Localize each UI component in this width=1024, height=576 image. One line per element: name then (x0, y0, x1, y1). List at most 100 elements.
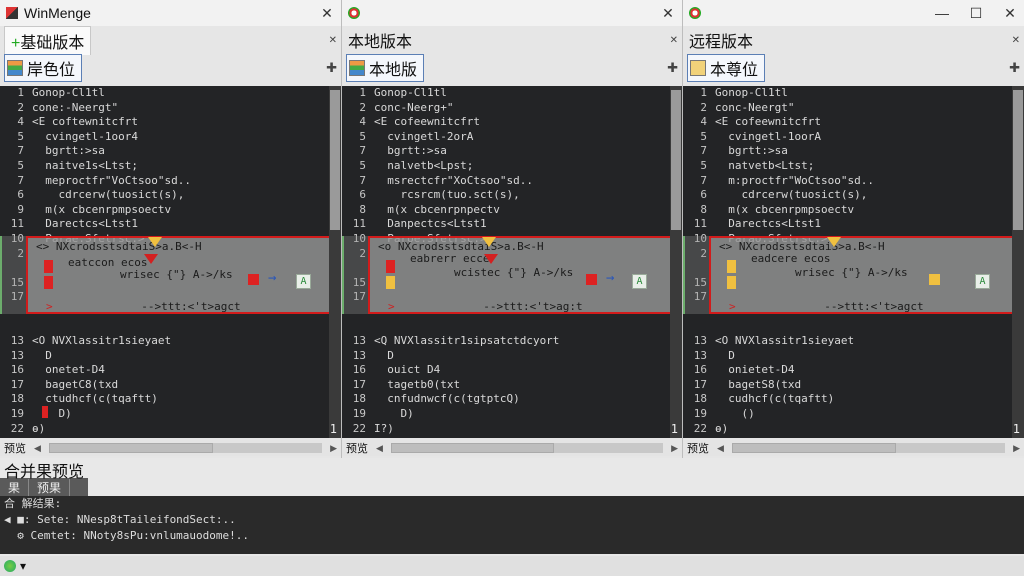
vertical-scrollbar[interactable] (1012, 86, 1024, 438)
vertical-scrollbar[interactable] (670, 86, 682, 438)
code-line[interactable] (32, 320, 327, 335)
code-line[interactable]: ctudhcf(c(tqaftt) (32, 392, 327, 407)
accept-icon[interactable]: A (632, 274, 647, 289)
code-line[interactable]: <O NVXlassitr1sieyaet (715, 334, 1010, 349)
maximize-icon[interactable]: ☐ (968, 5, 984, 22)
code-line[interactable]: ouict D4 (374, 363, 668, 378)
scroll-thumb[interactable] (48, 443, 213, 453)
code-editor-remote[interactable]: 124575768111021517131316171819222425 Gon… (683, 86, 1024, 438)
code-line[interactable]: cvingetl-1oor4 (32, 130, 327, 145)
tab-result[interactable]: 果 (0, 478, 30, 496)
scroll-left-icon[interactable]: ◀ (30, 443, 45, 454)
version-label-base[interactable]: 岸色位 (4, 54, 83, 82)
code-line[interactable]: m:proctfr"WoCtsoo"sd.. (715, 174, 1010, 189)
code-line[interactable]: <Q NVXlassitr1sipsatctdcyort (374, 334, 668, 349)
code-line[interactable]: <E coftewnitcfrt (32, 115, 327, 130)
code-line[interactable]: D (32, 349, 327, 364)
scroll-left-icon[interactable]: ◀ (713, 443, 728, 454)
pin-icon[interactable]: ✚ (326, 60, 337, 76)
code-line[interactable]: cone:-Neergt" (32, 101, 327, 116)
scroll-right-icon[interactable]: ▶ (326, 443, 341, 454)
close-icon[interactable]: ✕ (319, 5, 335, 22)
code-line[interactable]: nalvetb<Lpst; (374, 159, 668, 174)
code-line[interactable]: Darectcs<Ltst1 (715, 217, 1010, 232)
code-line[interactable]: bgrtt:>sa (32, 144, 327, 159)
scroll-thumb[interactable] (731, 443, 896, 453)
code-line[interactable]: D (374, 349, 668, 364)
code-line[interactable]: ɵ) (32, 422, 327, 437)
code-line[interactable]: I?) (374, 422, 668, 437)
code-line[interactable]: onetet-D4 (32, 363, 327, 378)
tab-close-icon[interactable]: ✕ (329, 35, 337, 46)
conflict-block[interactable]: <> NXcrodsstsdtaiS>a.B<-H eatccon ecos w… (26, 236, 339, 314)
scroll-thumb[interactable] (390, 443, 555, 453)
code-line[interactable]: tagetb0(txt (374, 378, 668, 393)
code-line[interactable]: } (374, 436, 668, 438)
accept-icon[interactable]: A (975, 274, 990, 289)
code-line[interactable]: msrectcfr"XoCtsoo"sd.. (374, 174, 668, 189)
code-line[interactable]: <O NVXlassitr1sieyaet (32, 334, 327, 349)
code-line[interactable]: naitve1s<Ltst; (32, 159, 327, 174)
scroll-thumb[interactable] (1013, 90, 1023, 230)
scroll-left-icon[interactable]: ◀ (372, 443, 387, 454)
tab-remote[interactable]: 远程版本 (687, 26, 759, 54)
close-icon[interactable]: ✕ (660, 5, 676, 22)
scroll-right-icon[interactable]: ▶ (667, 443, 682, 454)
code-line[interactable]: conc-Neerg+" (374, 101, 668, 116)
code-line[interactable]: cnfudnwcf(c(tgtptcQ) (374, 392, 668, 407)
scroll-right-icon[interactable]: ▶ (1009, 443, 1024, 454)
minimize-icon[interactable]: — (934, 5, 950, 22)
code-line[interactable]: } (715, 436, 1010, 438)
code-line[interactable]: bgrtt:>sa (715, 144, 1010, 159)
arrow-right-icon[interactable]: → (606, 270, 614, 286)
code-line[interactable]: Gonop-Cl1tl (32, 86, 327, 101)
tab-local[interactable]: 本地版本 (346, 26, 418, 54)
code-line[interactable]: m(x cbcenrpmpsoectv (715, 203, 1010, 218)
code-line[interactable]: natvetb<Ltst; (715, 159, 1010, 174)
code-editor-local[interactable]: 124575768111021517131316171819222425 Gon… (342, 86, 682, 438)
code-line[interactable]: ɵ) (715, 422, 1010, 437)
conflict-block[interactable]: <o NXcrodsstsdtaiS>a.B<-H eabrerr ecce w… (368, 236, 680, 314)
code-line[interactable]: cvingetl-1oorA (715, 130, 1010, 145)
code-line[interactable]: bgrtt:>sa (374, 144, 668, 159)
code-line[interactable]: Gonop-Cl1tl (374, 86, 668, 101)
code-line[interactable]: cdrcerw(tuosict(s), (32, 188, 327, 203)
code-line[interactable]: bagetS8(txd (715, 378, 1010, 393)
tab-close-icon[interactable]: ✕ (670, 35, 678, 46)
code-line[interactable]: meproctfr"VoCtsoo"sd.. (32, 174, 327, 189)
code-line[interactable]: m(x cbcenrpnpectv (374, 203, 668, 218)
scroll-thumb[interactable] (330, 90, 340, 230)
code-line[interactable]: D) (374, 407, 668, 422)
code-line[interactable]: rcsrcm(tuo.sct(s), (374, 188, 668, 203)
tab-preview[interactable]: 预果 (29, 478, 71, 496)
vertical-scrollbar[interactable] (329, 86, 341, 438)
code-line[interactable]: D (715, 349, 1010, 364)
merge-output[interactable]: 合 解结果: ◀ ■: Sete: NNesp8tTaileifondSect:… (0, 496, 1024, 554)
status-arrow-icon[interactable]: ▾ (20, 559, 26, 573)
code-line[interactable] (374, 320, 668, 335)
tab-close-icon[interactable]: ✕ (1012, 35, 1020, 46)
horizontal-scrollbar[interactable]: 预览 ◀ ▶ (683, 440, 1024, 456)
code-line[interactable]: Danpectcs<Ltst1 (374, 217, 668, 232)
code-line[interactable] (715, 320, 1010, 335)
pin-icon[interactable]: ✚ (667, 60, 678, 76)
version-label-remote[interactable]: 本尊位 (687, 54, 766, 82)
tab-base[interactable]: +基础版本 (4, 25, 92, 55)
conflict-block[interactable]: <> NXcrodsstsdtaiS>a.B<-H eadcere ecos w… (709, 236, 1022, 314)
code-line[interactable]: bagetC8(txd (32, 378, 327, 393)
code-line[interactable]: D) (32, 407, 327, 422)
code-editor-base[interactable]: 124575769111021517131316171819222425 Gon… (0, 86, 341, 438)
code-line[interactable]: Darectcs<Ltst1 (32, 217, 327, 232)
code-line[interactable]: cvingetl-2orA (374, 130, 668, 145)
code-line[interactable]: <E cofeewnitcfrt (715, 115, 1010, 130)
close-icon[interactable]: ✕ (1002, 5, 1018, 22)
version-label-local[interactable]: 本地版 (346, 54, 425, 82)
code-line[interactable]: <E cofeewnitcfrt (374, 115, 668, 130)
accept-icon[interactable]: A (296, 274, 311, 289)
horizontal-scrollbar[interactable]: 预览 ◀ ▶ (0, 440, 341, 456)
code-line[interactable]: cudhcf(c(tqaftt) (715, 392, 1010, 407)
code-line[interactable]: cdrcerw(tuosict(s), (715, 188, 1010, 203)
pin-icon[interactable]: ✚ (1009, 60, 1020, 76)
code-line[interactable]: m(x cbcenrpmpsoectv (32, 203, 327, 218)
code-line[interactable]: conc-Neergt" (715, 101, 1010, 116)
